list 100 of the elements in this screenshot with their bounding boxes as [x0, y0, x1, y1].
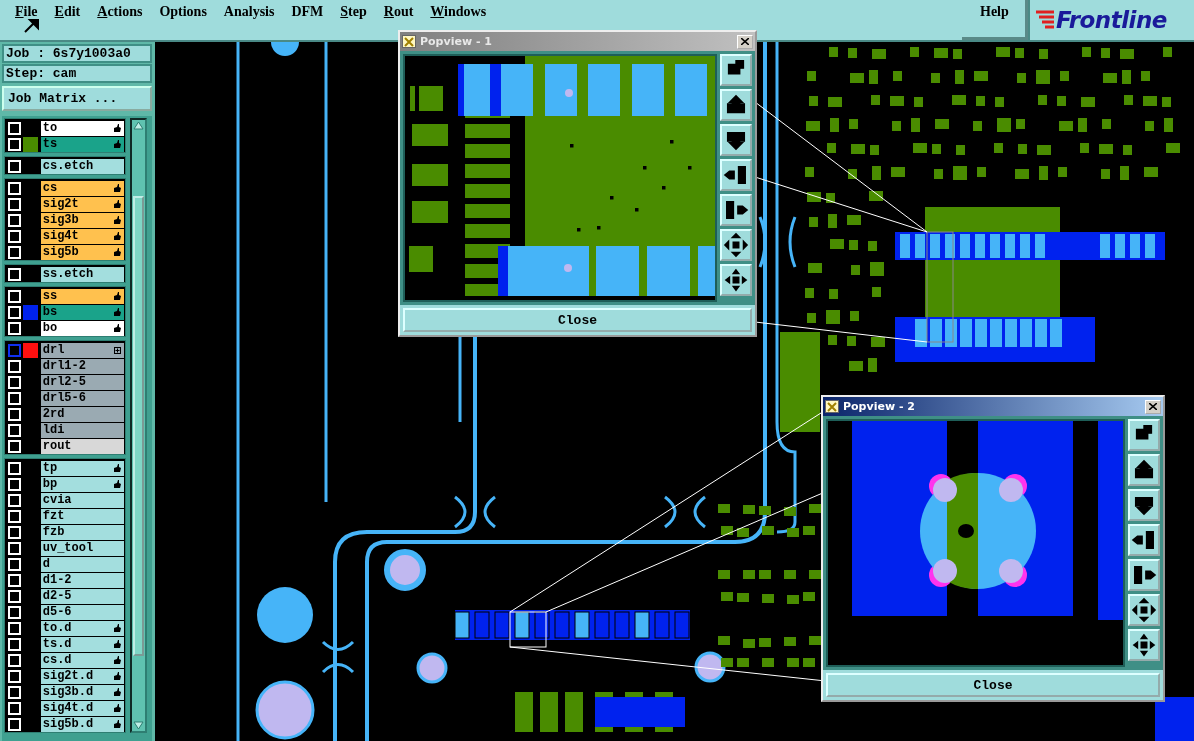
- smd-pad: [1080, 143, 1089, 153]
- layer-name[interactable]: sig4t.d: [40, 700, 124, 716]
- layer-name[interactable]: bs: [40, 304, 124, 320]
- smd-pad: [871, 95, 880, 105]
- layer-name[interactable]: d1-2: [40, 572, 124, 588]
- smd-pad: [1015, 48, 1024, 58]
- layer-name[interactable]: fzt: [40, 508, 124, 524]
- layer-checkbox[interactable]: [8, 343, 21, 357]
- layer-name[interactable]: sig2t.d: [40, 668, 124, 684]
- smd-pad: [911, 118, 920, 132]
- view-tool-button[interactable]: [720, 264, 752, 296]
- view-tool-button[interactable]: [720, 159, 752, 191]
- smd-pad: [787, 658, 799, 667]
- layer-name[interactable]: d: [40, 556, 124, 572]
- copper-pad: [1155, 697, 1194, 741]
- layer-name[interactable]: tp: [40, 460, 124, 476]
- layer-name[interactable]: ss: [40, 288, 124, 304]
- layer-name[interactable]: ts.d: [40, 636, 124, 652]
- popview-title: Popview - 2: [843, 400, 916, 413]
- smd-pad: [850, 73, 864, 83]
- view-tool-button[interactable]: [1128, 489, 1160, 521]
- smd-pad: [1016, 119, 1025, 129]
- layer-name[interactable]: cs.etch: [40, 158, 124, 174]
- layer-name[interactable]: drl5-6: [40, 390, 124, 406]
- layer-name[interactable]: bo: [40, 320, 124, 336]
- menu-item[interactable]: DFM: [290, 4, 332, 20]
- layer-name[interactable]: sig2t: [40, 196, 124, 212]
- expand-icon[interactable]: [114, 346, 121, 354]
- layer-name[interactable]: sig5b: [40, 244, 124, 260]
- layer-name[interactable]: sig4t: [40, 228, 124, 244]
- view-tool-button[interactable]: [1128, 524, 1160, 556]
- view-tool-button[interactable]: [1128, 419, 1160, 451]
- smd-pad: [809, 96, 818, 106]
- menu-item[interactable]: Actions: [96, 4, 151, 20]
- via-hole: [384, 549, 426, 591]
- job-field: Job : 6s7y1003a0: [2, 44, 152, 63]
- layer-name[interactable]: d5-6: [40, 604, 124, 620]
- layer-name[interactable]: rout: [40, 438, 124, 454]
- view-tool-button[interactable]: [1128, 559, 1160, 591]
- menu-item[interactable]: Options: [158, 4, 215, 20]
- layer-name[interactable]: ldi: [40, 422, 124, 438]
- layer-name[interactable]: d2-5: [40, 588, 124, 604]
- layer-name[interactable]: ss.etch: [40, 266, 124, 282]
- menu-item[interactable]: File: [14, 4, 46, 20]
- layer-name[interactable]: cvia: [40, 492, 124, 508]
- smd-pad: [718, 570, 730, 579]
- smd-pad: [849, 119, 858, 129]
- smd-pad: [869, 70, 878, 84]
- view-tool-button[interactable]: [1128, 629, 1160, 661]
- smd-pad: [1078, 118, 1087, 132]
- menu-item[interactable]: Rout: [382, 4, 422, 20]
- menu-item[interactable]: Windows: [429, 4, 495, 20]
- scroll-thumb[interactable]: [133, 195, 144, 656]
- close-button[interactable]: [1145, 399, 1161, 414]
- layer-name[interactable]: sig5b.d: [40, 716, 124, 732]
- smd-pad: [851, 265, 860, 275]
- smd-pad: [1101, 169, 1110, 179]
- layer-name[interactable]: sig3b: [40, 212, 124, 228]
- layer-name[interactable]: cs.d: [40, 652, 124, 668]
- view-tool-button[interactable]: [720, 54, 752, 86]
- close-button[interactable]: Close: [403, 308, 752, 332]
- layer-name[interactable]: ts: [40, 136, 124, 152]
- smd-pad: [805, 167, 814, 177]
- layer-name[interactable]: 2rd: [40, 406, 124, 422]
- close-icon: [741, 38, 749, 45]
- menu-item[interactable]: Step: [339, 4, 375, 20]
- layer-name[interactable]: cs: [40, 180, 124, 196]
- view-tool-button[interactable]: [720, 229, 752, 261]
- smd-pad: [932, 144, 941, 154]
- layer-name[interactable]: to: [40, 120, 124, 136]
- smd-pad: [1103, 73, 1117, 83]
- round-pad: [257, 587, 313, 643]
- view-tool-button[interactable]: [720, 124, 752, 156]
- layer-name[interactable]: fzb: [40, 524, 124, 540]
- menu-item[interactable]: Analysis: [222, 4, 283, 20]
- view-tool-button[interactable]: [1128, 454, 1160, 486]
- close-button[interactable]: Close: [826, 673, 1160, 697]
- help-menu[interactable]: Help: [962, 0, 1028, 40]
- layer-name[interactable]: bp: [40, 476, 124, 492]
- smd-pad: [807, 313, 816, 323]
- menu-item[interactable]: Edit: [53, 4, 89, 20]
- smd-pad: [997, 118, 1011, 132]
- app-icon: [402, 35, 416, 48]
- job-matrix-button[interactable]: Job Matrix ...: [2, 86, 152, 111]
- smd-pad: [808, 263, 822, 273]
- layer-name[interactable]: drl: [40, 342, 124, 358]
- smd-pad: [952, 95, 966, 105]
- layer-name[interactable]: drl2-5: [40, 374, 124, 390]
- scrollbar[interactable]: [130, 118, 147, 733]
- view-tool-button[interactable]: [1128, 594, 1160, 626]
- view-tool-button[interactable]: [720, 89, 752, 121]
- layer-name[interactable]: to.d: [40, 620, 124, 636]
- close-button[interactable]: [737, 34, 753, 49]
- smd-pad: [977, 167, 986, 177]
- smd-pad: [934, 48, 948, 58]
- smd-pad: [721, 526, 733, 535]
- layer-name[interactable]: sig3b.d: [40, 684, 124, 700]
- layer-name[interactable]: drl1-2: [40, 358, 124, 374]
- layer-name[interactable]: uv_tool: [40, 540, 124, 556]
- view-tool-button[interactable]: [720, 194, 752, 226]
